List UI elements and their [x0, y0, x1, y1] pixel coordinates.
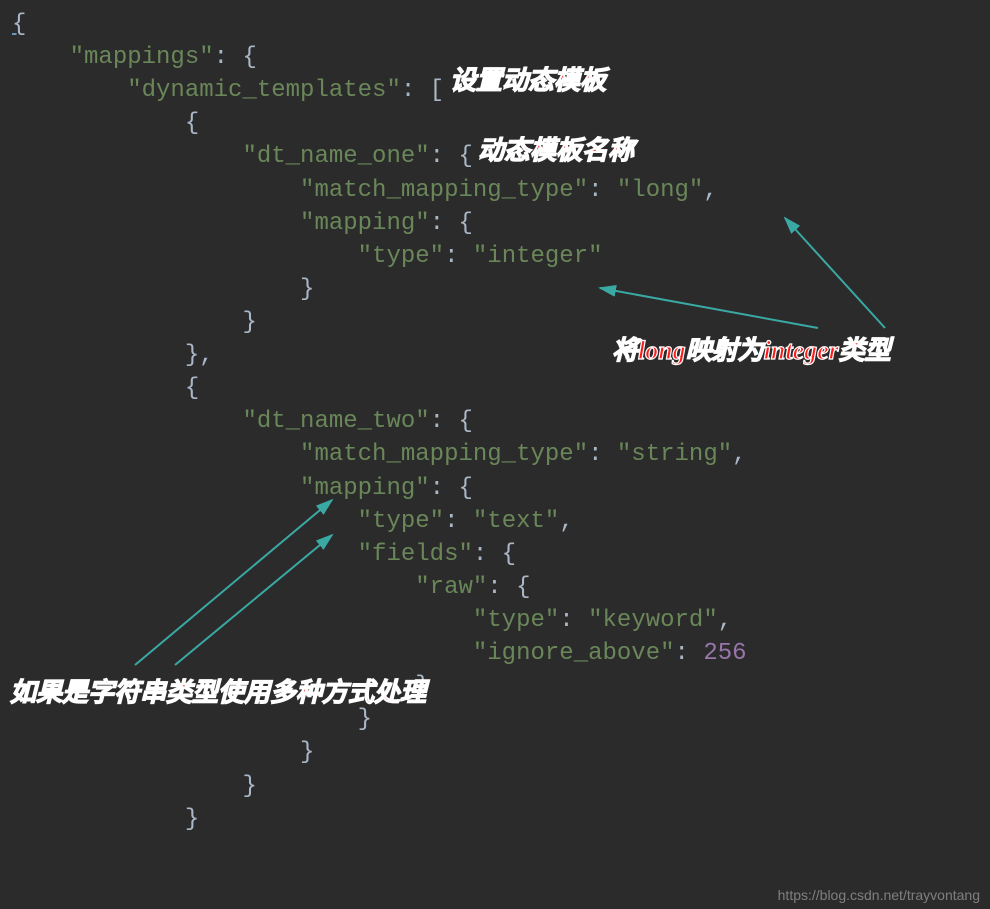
json-key: "dt_name_two" [242, 408, 429, 435]
json-key: "raw" [415, 574, 487, 601]
json-key: "mapping" [300, 475, 430, 502]
annotation-template-name: 动态模板名称 [478, 130, 634, 167]
annotation-string-multi-handling: 如果是字符串类型使用多种方式处理 [10, 672, 426, 709]
json-key: "type" [473, 607, 559, 634]
json-key: "fields" [358, 541, 473, 568]
code-block: { "mappings": { "dynamic_templates": [ {… [0, 0, 990, 836]
code-line: { [12, 11, 26, 38]
json-value: "integer" [473, 243, 603, 270]
json-key: "dynamic_templates" [127, 77, 401, 104]
json-key: "match_mapping_type" [300, 177, 588, 204]
json-value: "string" [617, 441, 732, 468]
json-key: "type" [358, 243, 444, 270]
json-key: "mapping" [300, 210, 430, 237]
json-value: "long" [617, 177, 703, 204]
json-key: "match_mapping_type" [300, 441, 588, 468]
json-key: "ignore_above" [473, 640, 675, 667]
json-value: "text" [473, 508, 559, 535]
annotation-set-dynamic-template: 设置动态模板 [450, 60, 606, 97]
json-value: "keyword" [588, 607, 718, 634]
json-key: "mappings" [70, 44, 214, 71]
json-number: 256 [703, 640, 746, 667]
json-key: "type" [358, 508, 444, 535]
annotation-long-to-integer: 将long映射为integer类型 [612, 330, 891, 367]
watermark: https://blog.csdn.net/trayvontang [778, 887, 980, 903]
json-key: "dt_name_one" [242, 143, 429, 170]
